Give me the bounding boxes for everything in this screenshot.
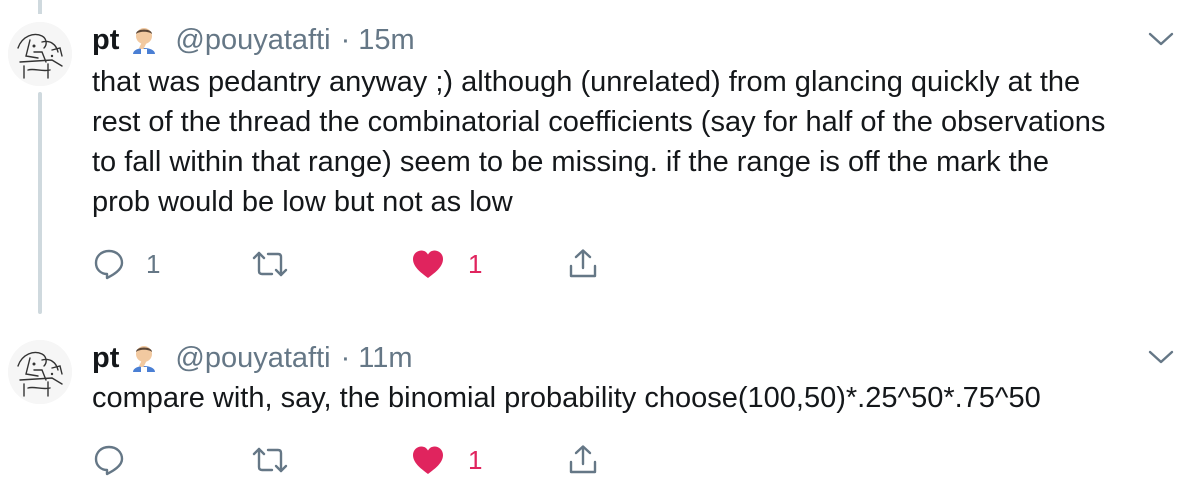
speech-bubble-icon <box>94 249 124 280</box>
thread-connector-top <box>38 0 42 14</box>
like-count: 1 <box>468 445 483 475</box>
retweet-icon <box>252 251 288 277</box>
timestamp[interactable]: 15m <box>358 20 414 60</box>
display-name[interactable]: pt <box>92 338 119 378</box>
tweet-menu-button[interactable] <box>1146 346 1176 368</box>
heart-icon <box>413 250 443 278</box>
user-handle[interactable]: @pouyatafti <box>175 20 330 60</box>
separator-dot: · <box>340 24 351 56</box>
reply-button[interactable] <box>92 440 146 480</box>
tweet-header: pt @pouyatafti · 11m <box>92 338 413 378</box>
like-count: 1 <box>468 249 483 279</box>
retweet-button[interactable] <box>250 244 290 284</box>
avatar[interactable] <box>8 340 72 404</box>
tweet-text: that was pedantry anyway ;) although (un… <box>92 66 1106 218</box>
retweet-button[interactable] <box>250 440 290 480</box>
tweet-actions: 1 <box>92 440 652 480</box>
person-facepalming-emoji-icon <box>129 24 161 56</box>
person-facepalming-emoji-icon <box>129 342 161 374</box>
reply-count: 1 <box>146 249 161 279</box>
tweet-header: pt @pouyatafti · 15m <box>92 20 415 60</box>
separator-dot: · <box>340 342 351 374</box>
tweet-actions: 1 1 <box>92 244 652 284</box>
tweet[interactable]: pt @pouyatafti · 11m compare with, say, … <box>0 318 1200 496</box>
like-button[interactable]: 1 <box>410 440 482 480</box>
share-upload-icon <box>569 249 597 278</box>
retweet-icon <box>252 447 288 473</box>
thread-connector <box>38 92 42 314</box>
chevron-down-icon <box>1148 32 1174 46</box>
timestamp[interactable]: 11m <box>358 338 412 378</box>
user-handle[interactable]: @pouyatafti <box>175 338 330 378</box>
avatar-sketch-image <box>8 22 72 86</box>
avatar[interactable] <box>8 22 72 86</box>
tweet-menu-button[interactable] <box>1146 28 1176 50</box>
tweet[interactable]: pt @pouyatafti · 15m that was pedantry a… <box>0 0 1200 314</box>
share-button[interactable] <box>566 244 600 284</box>
tweet-text: compare with, say, the binomial probabil… <box>92 382 1041 414</box>
like-button[interactable]: 1 <box>410 244 482 284</box>
chevron-down-icon <box>1148 350 1174 364</box>
heart-icon <box>413 446 443 474</box>
avatar-sketch-image <box>8 340 72 404</box>
reply-button[interactable]: 1 <box>92 244 160 284</box>
share-button[interactable] <box>566 440 600 480</box>
share-upload-icon <box>569 445 597 474</box>
display-name[interactable]: pt <box>92 20 119 60</box>
speech-bubble-icon <box>94 445 124 476</box>
